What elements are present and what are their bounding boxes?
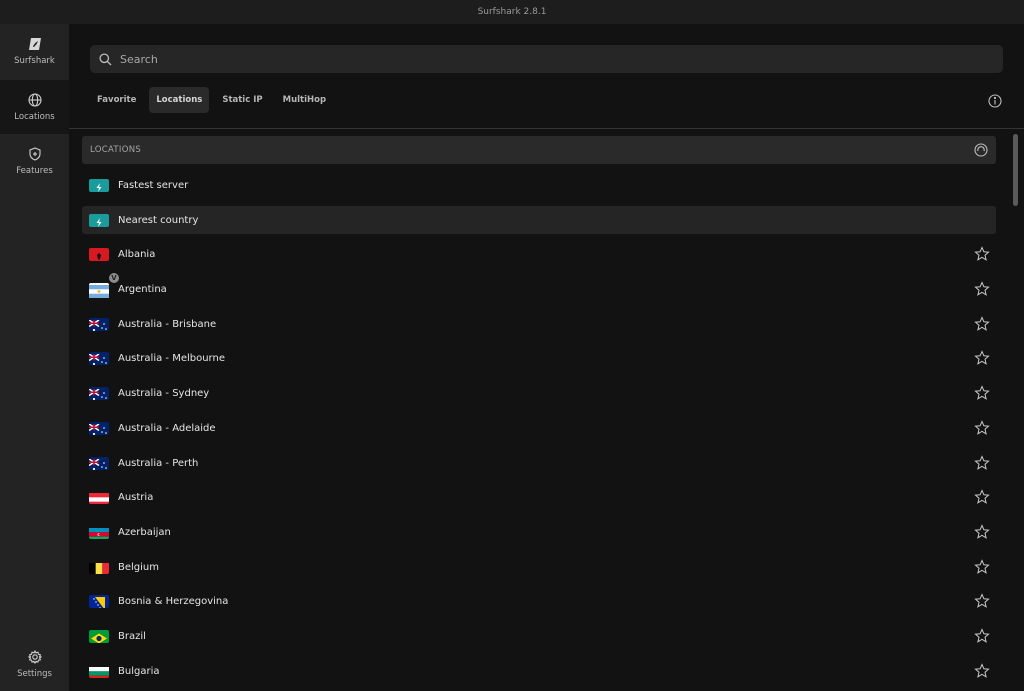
list-item-nearest-country[interactable]: Nearest country bbox=[82, 206, 996, 234]
globe-icon bbox=[27, 92, 42, 107]
favorite-star-icon[interactable] bbox=[974, 489, 990, 505]
sidebar-item-features[interactable]: Features bbox=[0, 134, 69, 188]
info-icon[interactable] bbox=[988, 94, 1002, 108]
list-item-country[interactable]: Bosnia & Herzegovina bbox=[82, 587, 996, 615]
list-item-label: Australia - Perth bbox=[118, 457, 199, 469]
sidebar-item-label: Settings bbox=[17, 668, 52, 679]
list-item-label: Nearest country bbox=[118, 214, 199, 226]
favorite-star-icon[interactable] bbox=[974, 663, 990, 679]
list-item-label: Albania bbox=[118, 248, 156, 260]
list-item-country[interactable]: Bulgaria bbox=[82, 657, 996, 685]
list-item-country[interactable]: Albania bbox=[82, 240, 996, 268]
albania-flag-icon bbox=[89, 247, 109, 261]
list-item-country[interactable]: Belgium bbox=[82, 553, 996, 581]
section-header-locations: LOCATIONS bbox=[82, 136, 996, 164]
refresh-icon[interactable] bbox=[974, 143, 988, 157]
azerbaijan-flag-icon bbox=[89, 526, 109, 539]
favorite-star-icon[interactable] bbox=[974, 385, 990, 401]
favorite-star-icon[interactable] bbox=[974, 628, 990, 644]
australia-flag-icon bbox=[89, 351, 109, 365]
list-item-label: Austria bbox=[118, 491, 154, 503]
list-item-country[interactable]: Australia - Melbourne bbox=[82, 344, 996, 372]
list-item-country[interactable]: Australia - Brisbane bbox=[82, 310, 996, 338]
location-tabs: Favorite Locations Static IP MultiHop bbox=[90, 87, 339, 113]
list-item-country[interactable]: Brazil bbox=[82, 622, 996, 650]
virtual-location-badge: V bbox=[109, 273, 119, 283]
sidebar-item-settings[interactable]: Settings bbox=[0, 637, 69, 691]
list-item-country[interactable]: V Argentina bbox=[82, 273, 996, 303]
search-bar[interactable] bbox=[90, 45, 1003, 73]
window-titlebar: Surfshark 2.8.1 bbox=[0, 0, 1024, 24]
locations-list: LOCATIONS Fastest server Nearest country bbox=[82, 136, 996, 691]
tab-locations[interactable]: Locations bbox=[149, 87, 210, 113]
list-item-label: Australia - Adelaide bbox=[118, 422, 216, 434]
sidebar-item-surfshark[interactable]: Surfshark bbox=[0, 24, 69, 78]
favorite-star-icon[interactable] bbox=[974, 559, 990, 575]
lightning-icon bbox=[89, 213, 109, 227]
gear-icon bbox=[27, 649, 42, 664]
lightning-icon bbox=[89, 178, 109, 192]
brazil-flag-icon bbox=[89, 629, 109, 643]
sidebar: Surfshark Locations Features Settings bbox=[0, 24, 69, 691]
list-item-label: Australia - Sydney bbox=[118, 387, 210, 399]
favorite-star-icon[interactable] bbox=[974, 281, 990, 297]
main-panel: Favorite Locations Static IP MultiHop LO… bbox=[69, 24, 1024, 691]
list-item-label: Belgium bbox=[118, 561, 159, 573]
search-icon bbox=[99, 52, 112, 65]
favorite-star-icon[interactable] bbox=[974, 420, 990, 436]
list-item-country[interactable]: Azerbaijan bbox=[82, 518, 996, 546]
favorite-star-icon[interactable] bbox=[974, 316, 990, 332]
tab-multihop[interactable]: MultiHop bbox=[276, 87, 333, 113]
list-item-label: Argentina bbox=[118, 283, 167, 295]
list-item-label: Azerbaijan bbox=[118, 526, 171, 538]
list-item-country[interactable]: Australia - Adelaide bbox=[82, 414, 996, 442]
list-item-fastest-server[interactable]: Fastest server bbox=[82, 171, 996, 199]
tab-static-ip[interactable]: Static IP bbox=[215, 87, 269, 113]
window-title: Surfshark 2.8.1 bbox=[477, 7, 547, 17]
list-item-label: Australia - Melbourne bbox=[118, 352, 225, 364]
bulgaria-flag-icon bbox=[89, 665, 109, 678]
shield-icon bbox=[28, 146, 41, 161]
sidebar-item-label: Features bbox=[16, 165, 53, 176]
list-item-label: Fastest server bbox=[118, 179, 189, 191]
list-item-label: Brazil bbox=[118, 630, 146, 642]
favorite-star-icon[interactable] bbox=[974, 350, 990, 366]
list-item-country[interactable]: Australia - Sydney bbox=[82, 379, 996, 407]
favorite-star-icon[interactable] bbox=[974, 455, 990, 471]
sidebar-item-locations[interactable]: Locations bbox=[0, 80, 69, 134]
sidebar-item-label: Locations bbox=[14, 111, 55, 122]
search-input[interactable] bbox=[118, 51, 972, 67]
scrollbar[interactable] bbox=[1013, 134, 1018, 206]
australia-flag-icon bbox=[89, 386, 109, 400]
sidebar-item-label: Surfshark bbox=[14, 55, 55, 66]
divider bbox=[69, 128, 1024, 129]
argentina-flag-icon bbox=[89, 282, 109, 298]
australia-flag-icon bbox=[89, 317, 109, 331]
surfshark-logo-icon bbox=[28, 37, 41, 50]
australia-flag-icon bbox=[89, 421, 109, 435]
favorite-star-icon[interactable] bbox=[974, 593, 990, 609]
australia-flag-icon bbox=[89, 456, 109, 470]
tab-favorite[interactable]: Favorite bbox=[90, 87, 143, 113]
favorite-star-icon[interactable] bbox=[974, 246, 990, 262]
list-item-label: Bulgaria bbox=[118, 665, 160, 677]
list-item-country[interactable]: Austria bbox=[82, 483, 996, 511]
list-item-label: Australia - Brisbane bbox=[118, 318, 217, 330]
section-title: LOCATIONS bbox=[90, 145, 142, 155]
bosnia-flag-icon bbox=[89, 594, 109, 608]
favorite-star-icon[interactable] bbox=[974, 524, 990, 540]
list-item-label: Bosnia & Herzegovina bbox=[118, 595, 229, 607]
belgium-flag-icon bbox=[89, 561, 109, 574]
list-item-country[interactable]: Australia - Perth bbox=[82, 449, 996, 477]
austria-flag-icon bbox=[89, 491, 109, 504]
